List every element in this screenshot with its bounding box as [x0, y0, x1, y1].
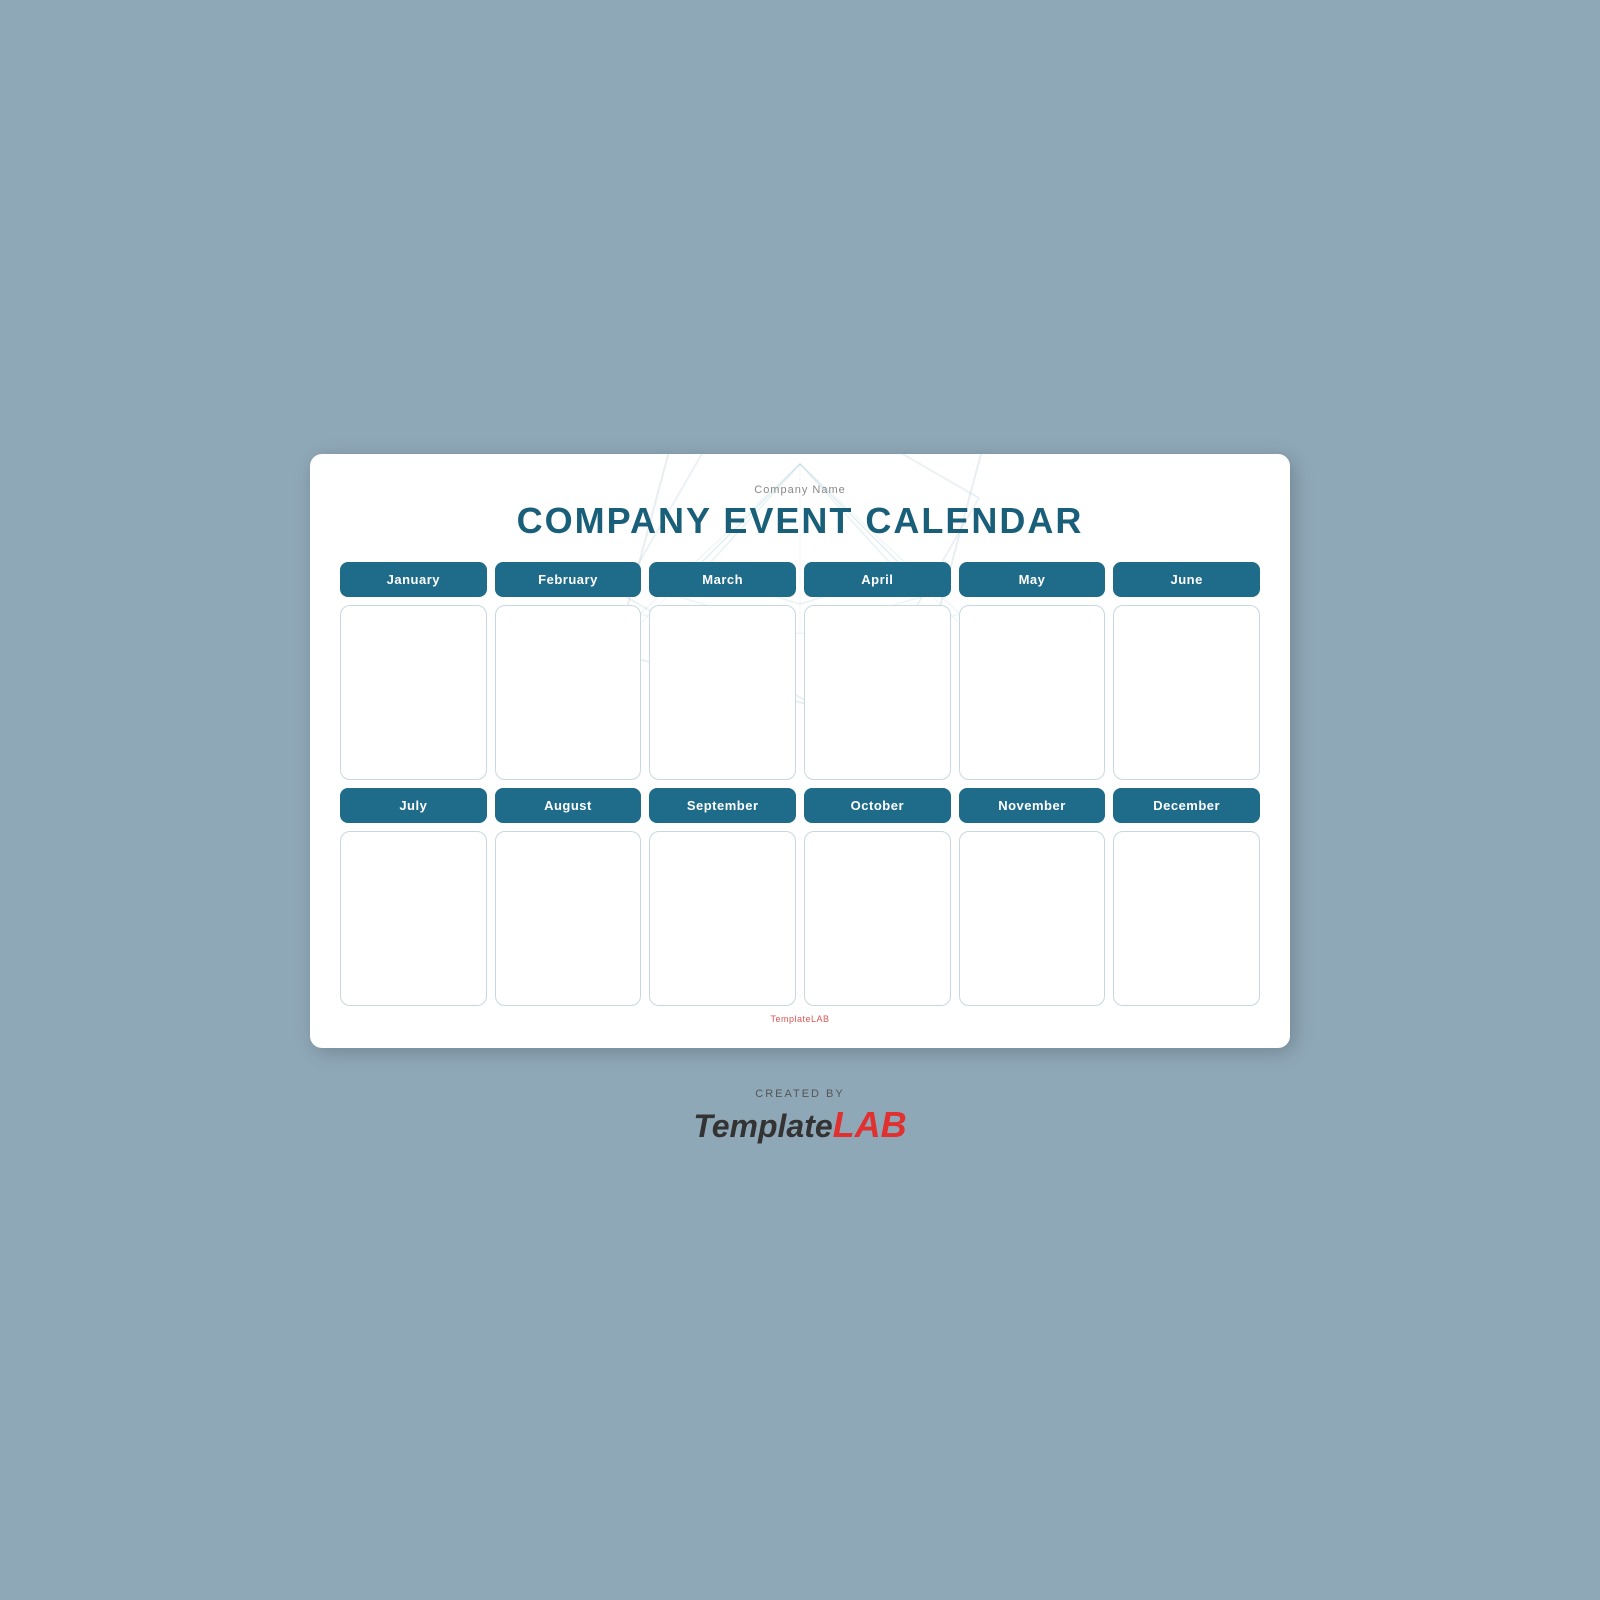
month-header-august: August: [495, 788, 642, 823]
footer-brand: TemplateLAB: [340, 1014, 1260, 1024]
month-content-november[interactable]: [959, 831, 1106, 1006]
month-content-april[interactable]: [804, 605, 951, 780]
company-name-label: Company Name: [340, 484, 1260, 496]
month-content-july[interactable]: [340, 831, 487, 1006]
month-content-may[interactable]: [959, 605, 1106, 780]
month-content-december[interactable]: [1113, 831, 1260, 1006]
month-header-july: July: [340, 788, 487, 823]
brand-lab-text: LAB: [833, 1104, 907, 1146]
calendar-grid: January February March April May June Ju…: [340, 562, 1260, 1006]
calendar-card: Company Name COMPANY EVENT CALENDAR Janu…: [310, 454, 1290, 1048]
month-content-august[interactable]: [495, 831, 642, 1006]
month-content-october[interactable]: [804, 831, 951, 1006]
month-header-february: February: [495, 562, 642, 597]
created-by-label: CREATED BY: [755, 1088, 844, 1100]
page-wrapper: Company Name COMPANY EVENT CALENDAR Janu…: [310, 454, 1290, 1146]
month-content-january[interactable]: [340, 605, 487, 780]
month-header-september: September: [649, 788, 796, 823]
brand-template-text: Template: [693, 1108, 832, 1145]
month-header-november: November: [959, 788, 1106, 823]
month-header-january: January: [340, 562, 487, 597]
bottom-branding: CREATED BY Template LAB: [693, 1088, 906, 1146]
month-header-march: March: [649, 562, 796, 597]
month-header-december: December: [1113, 788, 1260, 823]
month-header-june: June: [1113, 562, 1260, 597]
calendar-title: COMPANY EVENT CALENDAR: [340, 500, 1260, 542]
month-content-september[interactable]: [649, 831, 796, 1006]
month-header-april: April: [804, 562, 951, 597]
header-section: Company Name COMPANY EVENT CALENDAR: [340, 484, 1260, 542]
brand-logo: Template LAB: [693, 1104, 906, 1146]
month-content-june[interactable]: [1113, 605, 1260, 780]
month-header-may: May: [959, 562, 1106, 597]
month-content-march[interactable]: [649, 605, 796, 780]
month-header-october: October: [804, 788, 951, 823]
month-content-february[interactable]: [495, 605, 642, 780]
